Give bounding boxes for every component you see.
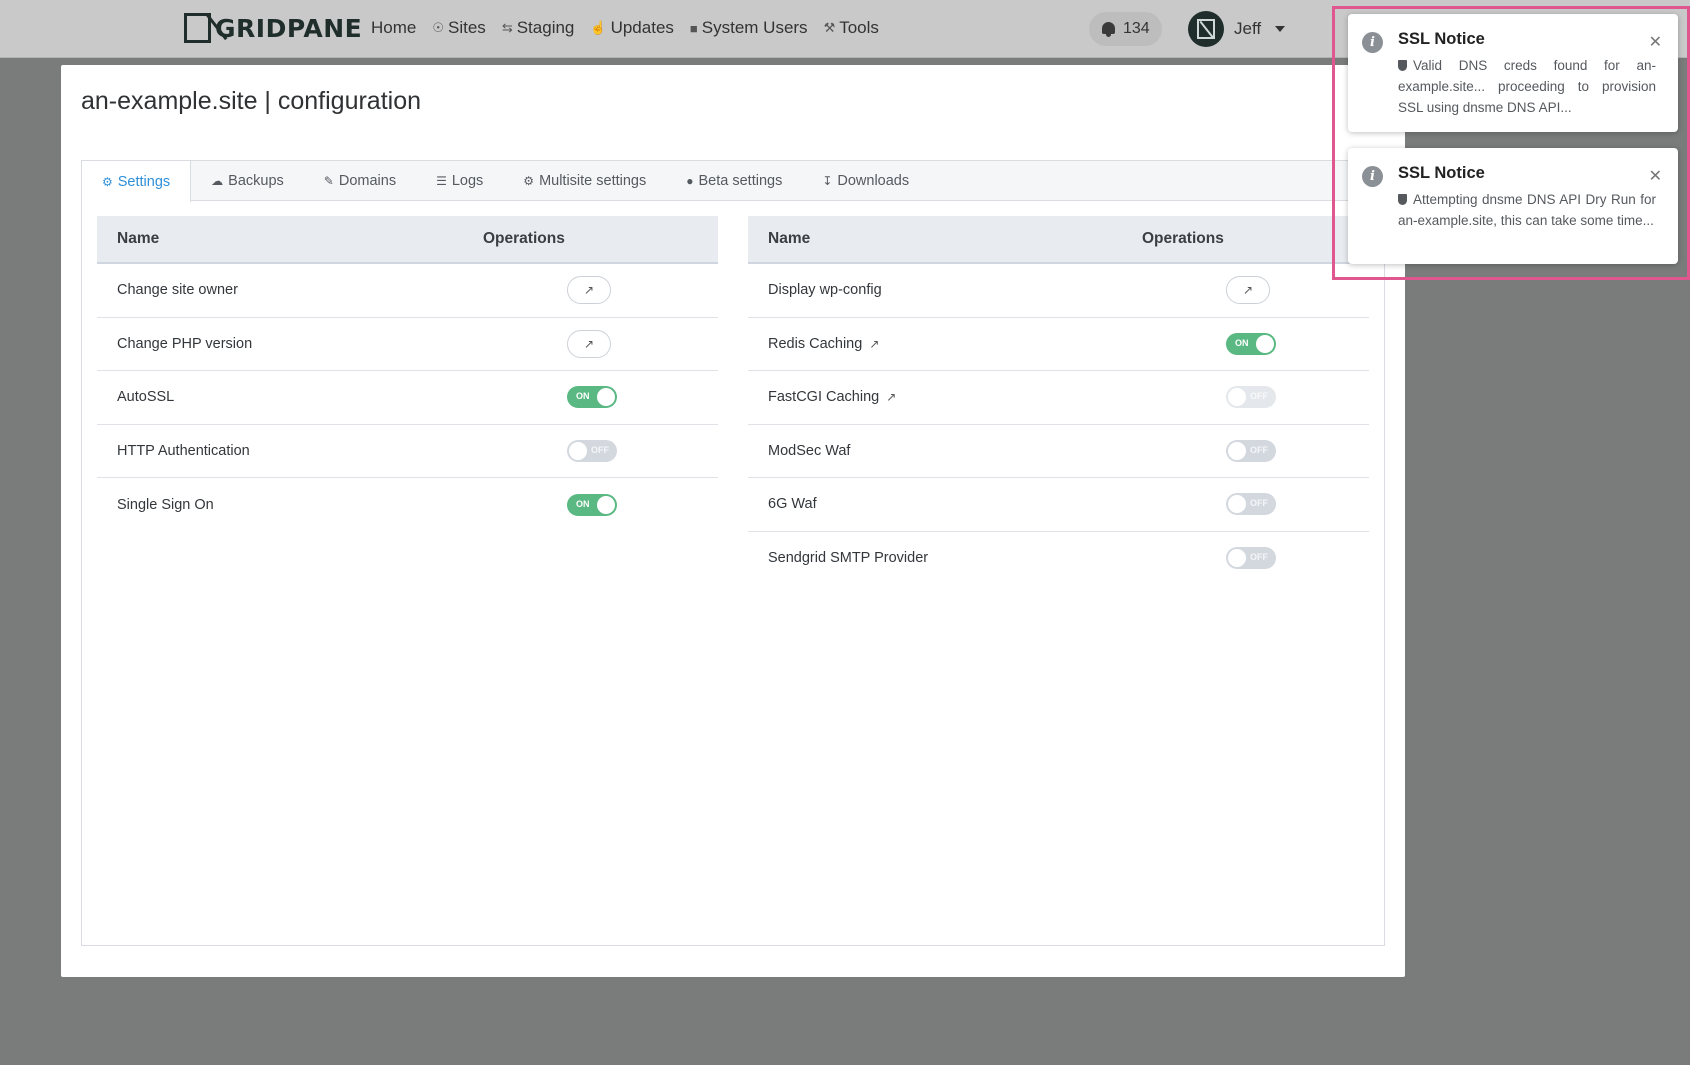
cloud-icon: ☁ <box>211 174 224 188</box>
table-row: Change site owner ↗ <box>97 264 718 318</box>
shield-icon <box>1398 60 1407 71</box>
tab-domains[interactable]: ✎ Domains <box>304 161 416 201</box>
exclamation-icon: ● <box>686 174 694 188</box>
table-row: Sendgrid SMTP Provider OFF <box>748 532 1369 586</box>
fastcgi-caching-toggle[interactable]: OFF <box>1226 386 1276 409</box>
table-row: Change PHP version ↗ <box>97 318 718 371</box>
edit-icon: ✎ <box>323 174 334 188</box>
modsec-waf-toggle[interactable]: OFF <box>1226 439 1276 462</box>
6g-waf-toggle[interactable]: OFF <box>1226 493 1276 516</box>
nav-home[interactable]: Home <box>371 18 416 38</box>
display-wp-config-button[interactable]: ↗ <box>1226 276 1270 305</box>
nav-sites[interactable]: ☉ Sites <box>432 18 485 38</box>
settings-table-right: Name Operations Display wp-config ↗ Redi… <box>748 216 1369 585</box>
change-site-owner-button[interactable]: ↗ <box>567 276 611 305</box>
avatar-logo-icon <box>1197 19 1215 39</box>
table-row: AutoSSL ON <box>97 371 718 425</box>
gear-icon: ⚙ <box>102 174 113 189</box>
notice-message: Valid DNS creds found for an-example.sit… <box>1398 58 1656 115</box>
page-title: an-example.site | configuration <box>81 87 422 115</box>
tab-logs[interactable]: ☰ Logs <box>416 161 503 201</box>
external-link-icon[interactable]: ↗ <box>869 337 879 351</box>
autossl-toggle[interactable]: ON <box>567 386 617 409</box>
table-header: Name Operations <box>748 216 1369 264</box>
external-link-icon: ↗ <box>583 336 595 351</box>
wrench-icon: ⚒ <box>823 20 836 35</box>
notice-title: SSL Notice <box>1398 164 1485 182</box>
external-link-icon: ↗ <box>1242 283 1254 298</box>
tab-backups[interactable]: ☁ Backups <box>191 161 304 201</box>
info-icon: i <box>1362 32 1383 53</box>
sendgrid-smtp-toggle[interactable]: OFF <box>1226 547 1276 570</box>
thumbs-up-icon: ☝ <box>590 20 607 35</box>
config-card: ⚙ Settings ☁ Backups ✎ Domains ☰ Logs ⚙ Multi… <box>81 160 1385 946</box>
tab-beta-settings[interactable]: ● Beta settings <box>666 161 802 201</box>
table-row: Redis Caching ↗ ON <box>748 318 1369 371</box>
close-icon[interactable]: ✕ <box>1649 32 1662 52</box>
table-row: Single Sign On ON <box>97 478 718 532</box>
ssl-notice-toast: i SSL Notice Valid DNS creds found for a… <box>1348 14 1678 132</box>
settings-table-left: Name Operations Change site owner ↗ Chan… <box>97 216 718 532</box>
nav-updates[interactable]: ☝ Updates <box>590 18 674 38</box>
table-row: ModSec Waf OFF <box>748 425 1369 478</box>
single-sign-on-toggle[interactable]: ON <box>567 493 617 516</box>
bell-icon <box>1101 21 1116 37</box>
tab-bar: ⚙ Settings ☁ Backups ✎ Domains ☰ Logs ⚙ Multi… <box>82 161 1384 202</box>
nav-links: Home ☉ Sites ⇆ Staging ☝ Updates ■ System Us… <box>371 18 879 38</box>
tab-multisite-settings[interactable]: ⚙ Multisite settings <box>503 161 666 201</box>
info-icon: i <box>1362 166 1383 187</box>
table-row: Display wp-config ↗ <box>748 264 1369 318</box>
file-icon: ☰ <box>436 174 447 188</box>
download-icon: ↧ <box>822 174 833 188</box>
nav-system-users[interactable]: ■ System Users <box>690 18 808 38</box>
wordpress-icon: ☉ <box>432 20 445 35</box>
nav-staging[interactable]: ⇆ Staging <box>502 18 575 38</box>
user-name: Jeff <box>1234 19 1262 38</box>
table-row: 6G Waf OFF <box>748 478 1369 532</box>
main-panel: an-example.site | configuration ⚙ Setting… <box>61 65 1405 977</box>
change-php-version-button[interactable]: ↗ <box>567 329 611 358</box>
external-link-icon: ↗ <box>583 283 595 298</box>
notifications-count: 134 <box>1123 20 1150 37</box>
gridpane-logo[interactable]: GRIDPANE <box>184 13 362 43</box>
external-link-icon[interactable]: ↗ <box>886 390 896 404</box>
notifications-button[interactable]: 134 <box>1089 12 1162 46</box>
close-icon[interactable]: ✕ <box>1649 166 1662 186</box>
avatar <box>1188 11 1224 47</box>
gear-icon: ⚙ <box>523 174 535 188</box>
user-menu[interactable]: Jeff <box>1188 11 1286 47</box>
caret-down-icon <box>1275 26 1286 32</box>
table-row: FastCGI Caching ↗ OFF <box>748 371 1369 425</box>
tab-downloads[interactable]: ↧ Downloads <box>802 161 929 201</box>
redis-caching-toggle[interactable]: ON <box>1226 332 1276 355</box>
logo-mark-icon <box>184 13 211 43</box>
nav-tools[interactable]: ⚒ Tools <box>824 18 879 38</box>
table-header: Name Operations <box>97 216 718 264</box>
ssl-notice-toast: i SSL Notice Attempting dnsme DNS API Dr… <box>1348 148 1678 264</box>
table-row: HTTP Authentication OFF <box>97 425 718 478</box>
notice-title: SSL Notice <box>1398 30 1485 48</box>
user-lock-icon: ■ <box>689 20 698 36</box>
notice-message: Attempting dnsme DNS API Dry Run for an-… <box>1398 192 1656 228</box>
shield-icon <box>1398 194 1407 205</box>
swap-icon: ⇆ <box>501 20 513 35</box>
http-authentication-toggle[interactable]: OFF <box>567 439 617 462</box>
tab-settings[interactable]: ⚙ Settings <box>82 161 192 202</box>
